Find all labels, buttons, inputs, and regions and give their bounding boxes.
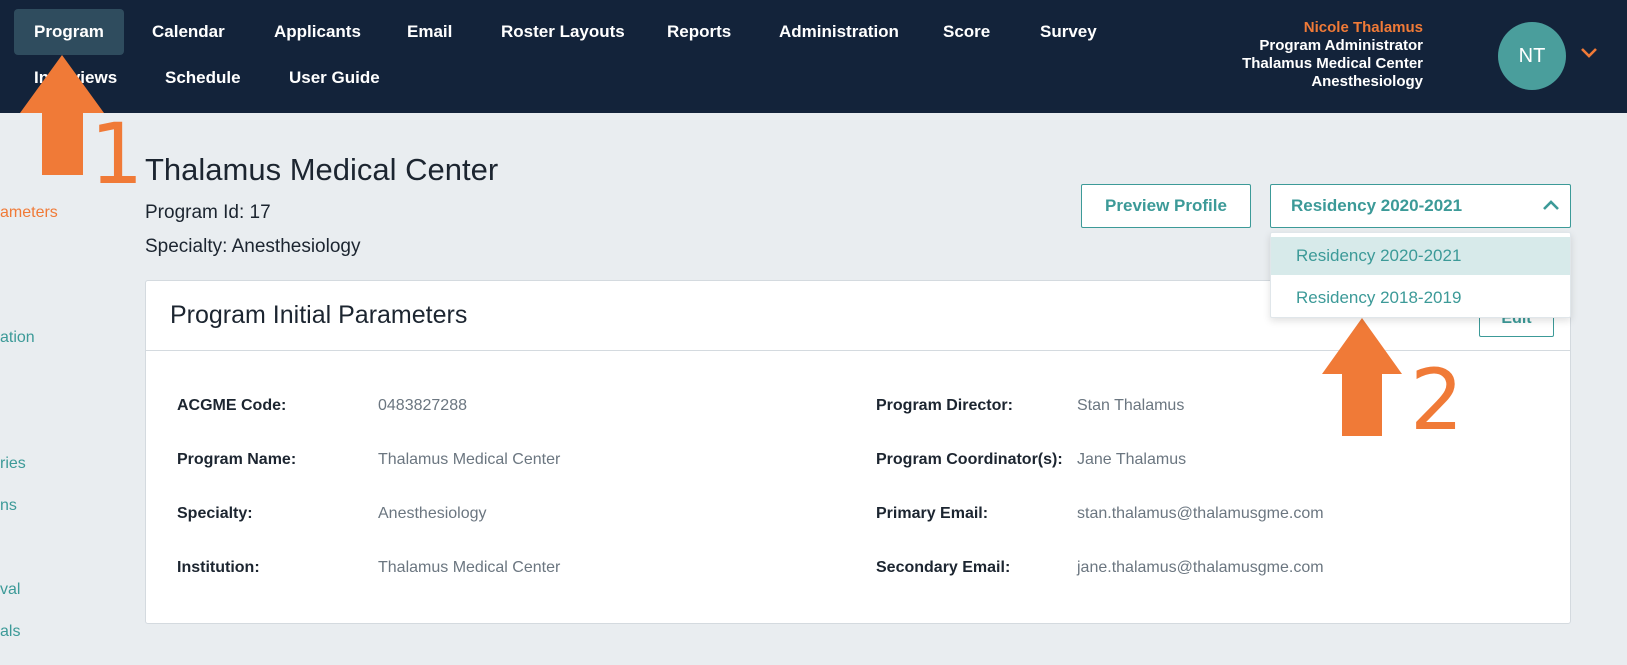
specialty-label: Specialty: (177, 505, 253, 522)
user-institution: Thalamus Medical Center (1242, 55, 1423, 72)
program-id: Program Id: 17 (145, 202, 271, 223)
program-name-label: Program Name: (177, 451, 297, 468)
nav-program[interactable]: Program (14, 9, 124, 55)
nav-schedule[interactable]: Schedule (145, 55, 261, 101)
preview-profile-button[interactable]: Preview Profile (1081, 184, 1251, 228)
sidebar-item-ns[interactable]: ns (0, 497, 17, 515)
secondary-email-label: Secondary Email: (876, 559, 1011, 576)
acgme-code-value: 0483827288 (378, 397, 467, 414)
program-director-value: Stan Thalamus (1077, 397, 1185, 414)
nav-score[interactable]: Score (923, 9, 1010, 55)
season-option[interactable]: Residency 2020-2021 (1271, 237, 1570, 275)
season-select[interactable]: Residency 2020-2021 (1270, 184, 1571, 228)
program-coordinator-label: Program Coordinator(s): (876, 451, 1063, 468)
season-dropdown-menu: Residency 2020-2021 Residency 2018-2019 (1270, 232, 1571, 318)
page-title: Thalamus Medical Center (145, 152, 499, 187)
sidebar-item-ries[interactable]: ries (0, 455, 26, 473)
acgme-code-label: ACGME Code: (177, 397, 287, 414)
nav-reports[interactable]: Reports (647, 9, 751, 55)
nav-calendar[interactable]: Calendar (132, 9, 245, 55)
nav-administration[interactable]: Administration (759, 9, 919, 55)
sidebar-item-ation[interactable]: ation (0, 329, 35, 347)
program-director-label: Program Director: (876, 397, 1013, 414)
nav-survey[interactable]: Survey (1020, 9, 1117, 55)
sidebar-item-val[interactable]: val (0, 581, 20, 599)
nav-roster-layouts[interactable]: Roster Layouts (481, 9, 645, 55)
nav-user-guide[interactable]: User Guide (269, 55, 400, 101)
annotation-number-2: 2 (1410, 351, 1464, 449)
sidebar-item-als[interactable]: als (0, 623, 20, 641)
specialty-value: Anesthesiology (378, 505, 487, 522)
secondary-email-value: jane.thalamus@thalamusgme.com (1077, 559, 1324, 576)
institution-label: Institution: (177, 559, 260, 576)
primary-email-label: Primary Email: (876, 505, 989, 522)
user-specialty: Anesthesiology (1311, 73, 1423, 90)
primary-email-value: stan.thalamus@thalamusgme.com (1077, 505, 1324, 522)
institution-value: Thalamus Medical Center (378, 559, 561, 576)
annotation-number-1: 1 (90, 105, 144, 203)
season-select-value: Residency 2020-2021 (1291, 196, 1463, 215)
sidebar-item-parameters[interactable]: ameters (0, 204, 58, 222)
user-name: Nicole Thalamus (1303, 19, 1423, 36)
top-navigation-bar: Program Calendar Applicants Email Roster… (0, 0, 1627, 113)
program-coordinator-value: Jane Thalamus (1077, 451, 1187, 468)
avatar[interactable]: NT (1498, 22, 1566, 90)
annotation-arrow-2-icon (1322, 318, 1402, 436)
nav-applicants[interactable]: Applicants (254, 9, 381, 55)
card-title: Program Initial Parameters (170, 301, 468, 329)
season-option[interactable]: Residency 2018-2019 (1271, 279, 1570, 317)
nav-email[interactable]: Email (387, 9, 472, 55)
program-name-value: Thalamus Medical Center (378, 451, 561, 468)
user-role: Program Administrator (1259, 37, 1423, 54)
user-info: Nicole Thalamus Program Administrator Th… (1242, 19, 1423, 91)
chevron-down-icon[interactable] (1580, 46, 1598, 60)
program-specialty: Specialty: Anesthesiology (145, 236, 361, 257)
chevron-up-icon (1543, 200, 1559, 210)
